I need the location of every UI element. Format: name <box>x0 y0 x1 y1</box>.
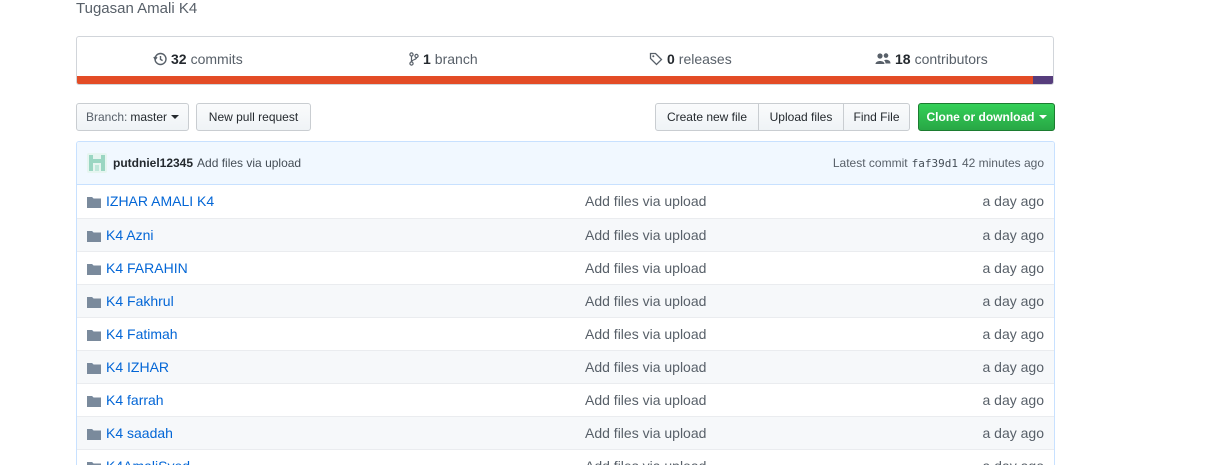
file-name-link[interactable]: K4 Fatimah <box>106 326 178 342</box>
folder-icon <box>87 195 101 211</box>
file-name-link[interactable]: K4 saadah <box>106 425 173 441</box>
file-name-link[interactable]: K4AmaliSyed <box>106 458 190 465</box>
branches-count: 1 <box>423 51 431 67</box>
file-name-link[interactable]: K4 farrah <box>106 392 164 408</box>
file-age: a day ago <box>982 359 1045 375</box>
repo-summary: 32 commits 1 branch 0 releases 18 contri… <box>76 36 1054 85</box>
chevron-down-icon <box>1038 115 1047 119</box>
commit-age: 42 minutes ago <box>961 156 1044 170</box>
file-name-link[interactable]: K4 IZHAR <box>106 359 169 375</box>
latest-commit-label: Latest commit <box>832 156 908 170</box>
commits-count: 32 <box>171 51 187 67</box>
file-age: a day ago <box>982 326 1045 342</box>
table-row: K4 saadah Add files via upload a day ago <box>77 416 1054 449</box>
avatar[interactable] <box>87 153 107 173</box>
file-name-link[interactable]: IZHAR AMALI K4 <box>106 193 214 209</box>
contributors-label: contributors <box>914 51 988 67</box>
file-table: putdniel12345 Add files via upload Lates… <box>76 141 1055 465</box>
repo-description: Tugasan Amali K4 <box>76 0 198 17</box>
releases-count: 0 <box>667 51 675 67</box>
commits-label: commits <box>190 51 243 67</box>
releases-link[interactable]: 0 releases <box>649 49 732 69</box>
find-file-button[interactable]: Find File <box>843 103 910 131</box>
latest-commit-bar: putdniel12345 Add files via upload Lates… <box>77 142 1054 185</box>
releases-label: releases <box>678 51 732 67</box>
table-row: K4 Fakhrul Add files via upload a day ago <box>77 284 1054 317</box>
file-age: a day ago <box>982 293 1045 309</box>
table-row: K4 Azni Add files via upload a day ago <box>77 218 1054 251</box>
file-commit-message-link[interactable]: Add files via upload <box>585 227 706 243</box>
chevron-down-icon <box>171 115 180 119</box>
file-age: a day ago <box>983 458 1045 465</box>
language-segment-primary <box>77 76 1034 84</box>
branch-name: master <box>130 110 168 124</box>
people-icon <box>875 52 891 66</box>
table-row: K4 IZHAR Add files via upload a day ago <box>77 350 1054 383</box>
file-commit-message-link[interactable]: Add files via upload <box>585 458 706 465</box>
folder-icon <box>87 361 101 377</box>
language-bar[interactable] <box>77 76 1053 84</box>
branch-select-button[interactable]: Branch: master <box>76 103 189 131</box>
folder-icon <box>87 295 101 311</box>
folder-icon <box>87 229 101 245</box>
new-pull-request-button[interactable]: New pull request <box>196 103 311 131</box>
file-commit-message-link[interactable]: Add files via upload <box>585 425 706 441</box>
folder-icon <box>87 427 101 443</box>
latest-commit-info: Latest commit faf39d1 42 minutes ago <box>833 142 1044 184</box>
file-commit-message-link[interactable]: Add files via upload <box>585 326 706 342</box>
table-row: K4AmaliSyed Add files via upload a day ago <box>77 449 1054 465</box>
branches-label: branch <box>434 51 478 67</box>
contributors-count: 18 <box>895 51 911 67</box>
file-age: a day ago <box>982 260 1045 276</box>
file-age: a day ago <box>982 425 1045 441</box>
branch-prefix: Branch: <box>85 110 128 124</box>
table-row: K4 Fatimah Add files via upload a day ago <box>77 317 1054 350</box>
table-row: K4 FARAHIN Add files via upload a day ago <box>77 251 1054 284</box>
clone-or-download-button[interactable]: Clone or download <box>918 103 1055 131</box>
folder-icon <box>87 460 101 465</box>
commit-message-link[interactable]: Add files via upload <box>197 156 301 170</box>
file-name-link[interactable]: K4 Fakhrul <box>106 293 174 309</box>
commits-link[interactable]: 32 commits <box>153 49 243 69</box>
history-icon <box>153 52 167 66</box>
create-new-file-button[interactable]: Create new file <box>655 103 759 131</box>
file-name-link[interactable]: K4 Azni <box>106 227 153 243</box>
table-row: K4 farrah Add files via upload a day ago <box>77 383 1054 416</box>
table-row: IZHAR AMALI K4 Add files via upload a day … <box>77 185 1054 218</box>
file-commit-message-link[interactable]: Add files via upload <box>585 260 706 276</box>
file-commit-message-link[interactable]: Add files via upload <box>585 293 706 309</box>
repo-page: Tugasan Amali K4 32 commits 1 branch 0 r… <box>0 0 1228 465</box>
git-branch-icon <box>409 52 419 66</box>
file-name-link[interactable]: K4 FARAHIN <box>106 260 188 276</box>
file-age: a day ago <box>982 392 1045 408</box>
file-commit-message-link[interactable]: Add files via upload <box>585 359 706 375</box>
file-list: IZHAR AMALI K4 Add files via upload a day … <box>77 185 1054 465</box>
commit-sha-link[interactable]: faf39d1 <box>912 157 958 170</box>
folder-icon <box>87 262 101 278</box>
clone-label: Clone or download <box>926 110 1035 124</box>
file-actions-group: Create new file Upload files Find File <box>655 103 910 131</box>
upload-files-button[interactable]: Upload files <box>758 103 844 131</box>
file-commit-message-link[interactable]: Add files via upload <box>585 392 706 408</box>
commit-author-link[interactable]: putdniel12345 <box>113 156 193 170</box>
file-age: a day ago <box>982 193 1045 209</box>
file-age: a day ago <box>982 227 1045 243</box>
file-commit-message-link[interactable]: Add files via upload <box>585 193 706 209</box>
contributors-link[interactable]: 18 contributors <box>875 49 988 69</box>
folder-icon <box>87 394 101 410</box>
folder-icon <box>87 328 101 344</box>
language-segment-secondary <box>1033 76 1053 84</box>
tag-icon <box>649 52 663 66</box>
branches-link[interactable]: 1 branch <box>409 49 478 69</box>
